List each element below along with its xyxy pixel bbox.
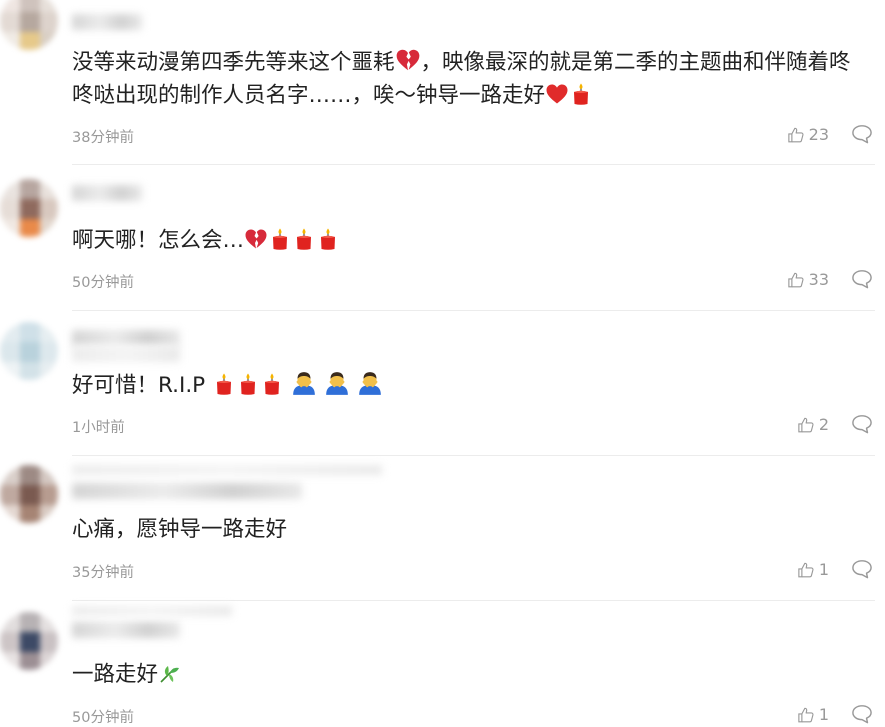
comment-time: 35分钟前 xyxy=(72,565,134,581)
username-blurred[interactable] xyxy=(72,622,180,638)
like-count: 1 xyxy=(818,560,829,579)
avatar[interactable] xyxy=(0,179,58,237)
reply-bubble-icon[interactable] xyxy=(851,414,873,434)
candle-icon xyxy=(236,372,260,396)
comment-item: 一路走好 50分钟前 1 xyxy=(0,600,885,726)
mourning-person-icon xyxy=(324,370,350,396)
candle-icon xyxy=(569,82,593,106)
avatar[interactable] xyxy=(0,0,58,50)
candle-icon xyxy=(316,227,340,251)
comment-time: 50分钟前 xyxy=(72,710,134,726)
reply-bubble-icon[interactable] xyxy=(851,704,873,724)
thumbs-up-icon xyxy=(787,271,805,289)
red-heart-icon xyxy=(545,82,569,106)
mourning-person-icon xyxy=(357,370,383,396)
comment-text: 心痛，愿钟导一路走好 xyxy=(72,517,288,542)
username-blurred[interactable] xyxy=(72,185,142,201)
thumbs-up-icon xyxy=(797,706,815,724)
like-count: 23 xyxy=(808,125,829,144)
reply-bubble-icon[interactable] xyxy=(851,269,873,289)
like-button[interactable]: 1 xyxy=(797,705,829,724)
bamboo-leaf-icon xyxy=(158,661,182,685)
username-blurred xyxy=(72,606,232,616)
avatar[interactable] xyxy=(0,612,58,670)
candle-icon xyxy=(260,372,284,396)
like-count: 1 xyxy=(818,705,829,724)
comment-text: 一路走好 xyxy=(72,658,871,691)
comment-item: 啊天哪！怎么会… 50分钟前 33 xyxy=(0,165,885,311)
broken-heart-icon xyxy=(395,47,421,73)
reply-bubble-icon[interactable] xyxy=(851,559,873,579)
candle-icon xyxy=(292,227,316,251)
thumbs-up-icon xyxy=(797,561,815,579)
thumbs-up-icon xyxy=(797,416,815,434)
comment-text: 好可惜！R.I.P xyxy=(72,369,871,402)
comment-text: 啊天哪！怎么会… xyxy=(72,224,871,257)
broken-heart-icon xyxy=(244,227,268,251)
like-button[interactable]: 2 xyxy=(797,415,829,434)
avatar[interactable] xyxy=(0,322,58,380)
comment-time: 1小时前 xyxy=(72,420,125,436)
like-count: 33 xyxy=(808,270,829,289)
username-blurred xyxy=(72,346,180,362)
like-count: 2 xyxy=(818,415,829,434)
comment-time: 50分钟前 xyxy=(72,275,134,291)
candle-icon xyxy=(268,227,292,251)
reply-bubble-icon[interactable] xyxy=(851,124,873,144)
like-button[interactable]: 33 xyxy=(787,270,829,289)
comment-text: 没等来动漫第四季先等来这个噩耗 ，映像最深的就是第二季的主题曲和伴随着咚咚哒出现的… xyxy=(72,46,871,112)
like-button[interactable]: 1 xyxy=(797,560,829,579)
candle-icon xyxy=(212,372,236,396)
username-blurred xyxy=(72,465,382,475)
username-blurred[interactable] xyxy=(72,330,180,346)
mourning-person-icon xyxy=(291,370,317,396)
comment-item: 好可惜！R.I.P 1小时前 2 xyxy=(0,310,885,456)
comment-item: 没等来动漫第四季先等来这个噩耗 ，映像最深的就是第二季的主题曲和伴随着咚咚哒出现的… xyxy=(0,0,885,165)
username-blurred[interactable] xyxy=(72,14,142,30)
username-blurred[interactable] xyxy=(72,483,302,499)
comment-item: 心痛，愿钟导一路走好 35分钟前 1 xyxy=(0,455,885,601)
like-button[interactable]: 23 xyxy=(787,125,829,144)
avatar[interactable] xyxy=(0,465,58,523)
thumbs-up-icon xyxy=(787,126,805,144)
comment-time: 38分钟前 xyxy=(72,130,134,146)
